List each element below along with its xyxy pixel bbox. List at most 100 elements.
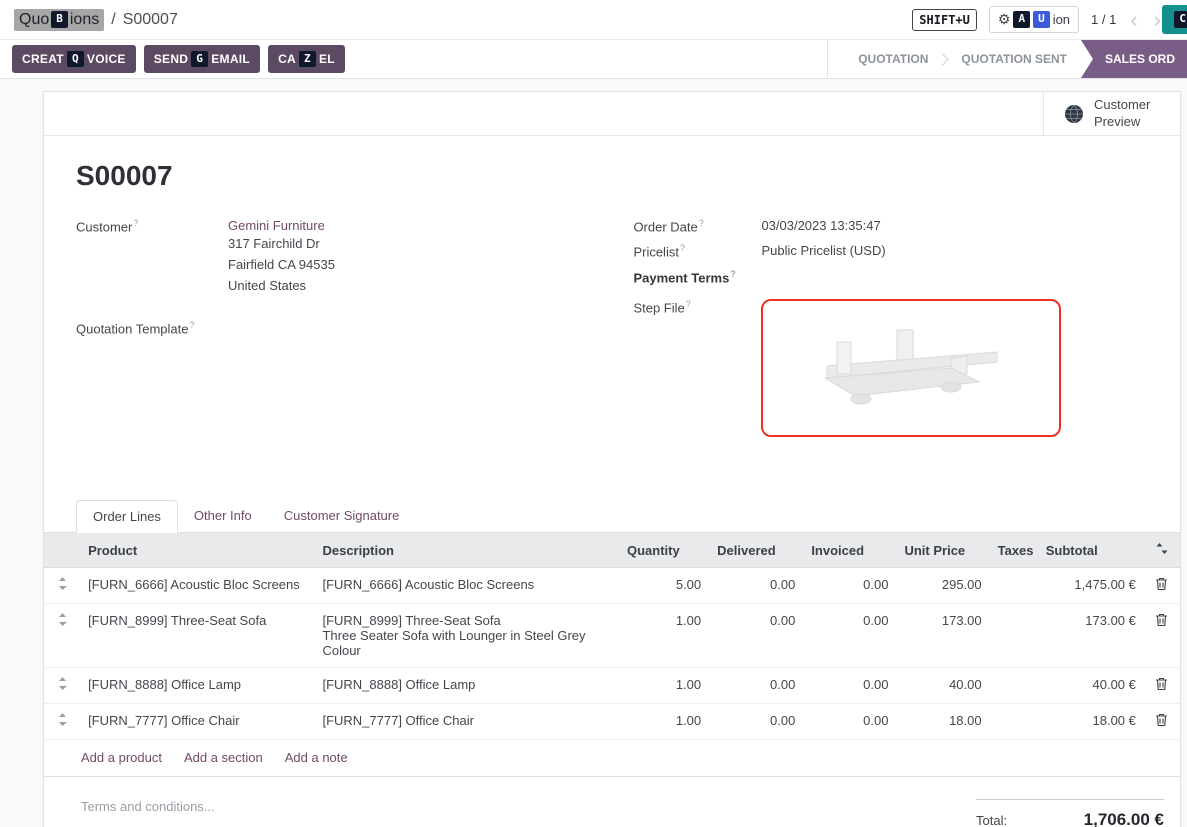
customer-address-line: United States [228, 275, 335, 296]
quotation-template-field[interactable]: Quotation Template? [76, 320, 633, 336]
add-section-link[interactable]: Add a section [184, 750, 263, 765]
send-email-button[interactable]: SEND G EMAIL [144, 45, 260, 73]
status-step-sales-order[interactable]: SALES ORD [1081, 40, 1187, 78]
create-invoice-button[interactable]: CREAT Q VOICE [12, 45, 136, 73]
help-marker: ? [190, 320, 195, 330]
customer-address-line: 317 Fairchild Dr [228, 233, 335, 254]
cell-delivered[interactable]: 0.00 [709, 568, 803, 604]
column-header-product: Product [80, 533, 314, 568]
terms-placeholder[interactable]: Terms and conditions... [81, 799, 215, 827]
cell-product[interactable]: [FURN_8999] Three-Seat Sofa [80, 604, 314, 668]
cell-taxes[interactable] [990, 604, 1038, 668]
customer-value: Gemini Furniture 317 Fairchild Dr Fairfi… [228, 218, 335, 296]
pricelist-value[interactable]: Public Pricelist (USD) [761, 243, 885, 259]
cancel-label-suffix: EL [319, 52, 335, 66]
top-right-controls: SHIFT+U ⚙ A U ion 1 / 1 ‹ › [912, 6, 1187, 33]
cell-delivered[interactable]: 0.00 [709, 604, 803, 668]
form-sheet: Customer Preview S00007 Customer? Gemini… [43, 91, 1181, 827]
tab-other-info[interactable]: Other Info [178, 500, 268, 532]
add-note-link[interactable]: Add a note [285, 750, 348, 765]
cell-quantity[interactable]: 1.00 [619, 704, 709, 740]
cell-taxes[interactable] [990, 568, 1038, 604]
tab-order-lines[interactable]: Order Lines [76, 500, 178, 533]
table-header-row: Product Description Quantity Delivered I… [44, 533, 1180, 568]
help-marker: ? [699, 218, 704, 228]
customer-label-text: Customer [76, 219, 132, 234]
trash-icon[interactable] [1144, 668, 1180, 704]
cell-description[interactable]: [FURN_6666] Acoustic Bloc Screens [314, 568, 619, 604]
customer-label: Customer? [76, 218, 228, 296]
order-date-label-text: Order Date [633, 219, 697, 234]
send-email-label-suffix: EMAIL [211, 52, 250, 66]
order-lines-table: Product Description Quantity Delivered I… [44, 533, 1180, 739]
chevron-right-icon[interactable]: › [1152, 9, 1163, 31]
chevron-left-icon[interactable]: ‹ [1128, 9, 1139, 31]
tab-customer-signature[interactable]: Customer Signature [268, 500, 416, 532]
cell-delivered[interactable]: 0.00 [709, 668, 803, 704]
cell-invoiced[interactable]: 0.00 [803, 604, 896, 668]
cell-product[interactable]: [FURN_7777] Office Chair [80, 704, 314, 740]
column-header-quantity: Quantity [619, 533, 709, 568]
step-file-label-text: Step File [633, 300, 684, 315]
page-title: S00007 [76, 160, 1148, 192]
table-row: [FURN_8999] Three-Seat Sofa [FURN_8999] … [44, 604, 1180, 668]
trash-icon[interactable] [1144, 604, 1180, 668]
step-file-3d-render [801, 316, 1021, 420]
order-date-field: Order Date? 03/03/2023 13:35:47 [633, 218, 1148, 234]
cell-unit-price[interactable]: 173.00 [896, 604, 989, 668]
table-footer-links: Add a product Add a section Add a note [44, 739, 1180, 777]
drag-handle-icon[interactable] [44, 604, 80, 668]
cell-invoiced[interactable]: 0.00 [803, 668, 896, 704]
cell-invoiced[interactable]: 0.00 [803, 568, 896, 604]
customer-field: Customer? Gemini Furniture 317 Fairchild… [76, 218, 633, 296]
corner-button[interactable]: C [1162, 5, 1187, 34]
shortcut-hint-badge: SHIFT+U [912, 9, 977, 31]
status-step-quotation-sent[interactable]: QUOTATION SENT [947, 52, 1081, 66]
cell-unit-price[interactable]: 295.00 [896, 568, 989, 604]
step-file-image[interactable] [761, 299, 1061, 437]
customer-address-line: Fairfield CA 94535 [228, 254, 335, 275]
breadcrumb-separator: / [111, 11, 115, 29]
sheet-bottom: Terms and conditions... Total: 1,706.00 … [44, 777, 1180, 827]
trash-icon[interactable] [1144, 568, 1180, 604]
drag-handle-icon[interactable] [44, 668, 80, 704]
column-header-delivered: Delivered [709, 533, 803, 568]
cell-taxes[interactable] [990, 704, 1038, 740]
customer-name-link[interactable]: Gemini Furniture [228, 218, 325, 233]
cell-unit-price[interactable]: 18.00 [896, 704, 989, 740]
hotkey-badge-c: C [1174, 11, 1187, 27]
cancel-button[interactable]: CA Z EL [268, 45, 345, 73]
cell-description[interactable]: [FURN_8888] Office Lamp [314, 668, 619, 704]
cell-unit-price[interactable]: 40.00 [896, 668, 989, 704]
cell-invoiced[interactable]: 0.00 [803, 704, 896, 740]
pricelist-field: Pricelist? Public Pricelist (USD) [633, 243, 1148, 259]
order-date-value[interactable]: 03/03/2023 13:35:47 [761, 218, 880, 234]
breadcrumb-quotations[interactable]: Quo B ions [14, 9, 104, 31]
hotkey-badge-u: U [1033, 11, 1050, 27]
action-menu-button[interactable]: ⚙ A U ion [989, 6, 1079, 33]
drag-handle-icon[interactable] [44, 704, 80, 740]
payment-terms-field[interactable]: Payment Terms? [633, 269, 1148, 285]
add-product-link[interactable]: Add a product [81, 750, 162, 765]
cell-quantity[interactable]: 5.00 [619, 568, 709, 604]
top-bar: Quo B ions / S00007 SHIFT+U ⚙ A U ion 1 … [0, 0, 1187, 40]
description-line-1: [FURN_8999] Three-Seat Sofa [322, 613, 500, 628]
trash-icon[interactable] [1144, 704, 1180, 740]
drag-handle-icon[interactable] [44, 568, 80, 604]
pager[interactable]: 1 / 1 [1091, 12, 1116, 27]
cell-description[interactable]: [FURN_8999] Three-Seat Sofa Three Seater… [314, 604, 619, 668]
status-step-quotation[interactable]: QUOTATION [844, 52, 942, 66]
table-row: [FURN_7777] Office Chair [FURN_7777] Off… [44, 704, 1180, 740]
cell-delivered[interactable]: 0.00 [709, 704, 803, 740]
hotkey-badge-g: G [191, 51, 208, 67]
cell-description[interactable]: [FURN_7777] Office Chair [314, 704, 619, 740]
cell-taxes[interactable] [990, 668, 1038, 704]
cell-product[interactable]: [FURN_8888] Office Lamp [80, 668, 314, 704]
cell-quantity[interactable]: 1.00 [619, 604, 709, 668]
cell-product[interactable]: [FURN_6666] Acoustic Bloc Screens [80, 568, 314, 604]
columns-toggle-icon[interactable] [1144, 533, 1180, 568]
cell-quantity[interactable]: 1.00 [619, 668, 709, 704]
pricelist-label-text: Pricelist [633, 245, 679, 260]
cancel-label-prefix: CA [278, 52, 296, 66]
customer-preview-button[interactable]: Customer Preview [1043, 92, 1180, 135]
